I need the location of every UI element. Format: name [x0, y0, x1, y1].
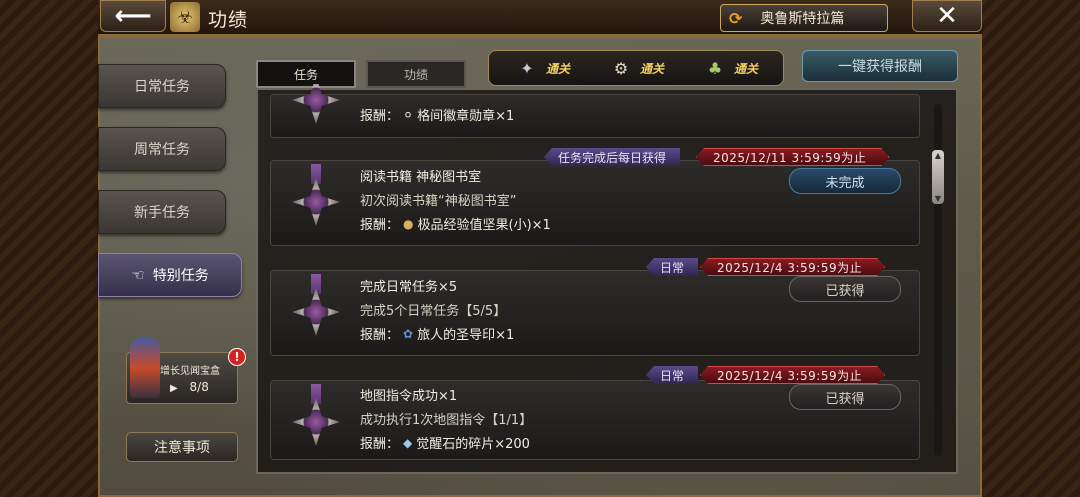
crystal-item-icon: ◆ — [403, 435, 413, 450]
task-status-button[interactable]: 已获得 — [789, 384, 901, 410]
task-title: 阅读书籍 神秘图书室 — [360, 170, 482, 185]
task-reward: 报酬： ✿ 旅人的圣导印×1 — [360, 324, 515, 344]
gear-medal-icon: ⚙ — [613, 58, 629, 78]
reward-slot[interactable]: ⚙ 通关 — [608, 55, 664, 81]
nut-item-icon: ● — [403, 216, 414, 231]
reward-text: 格间徽章勋章×1 — [417, 109, 515, 124]
growth-count-value: 8/8 — [189, 380, 209, 394]
reward-slot-label: 通关 — [545, 61, 570, 76]
reward-slot-label: 通关 — [639, 61, 664, 76]
task-status-button[interactable]: 未完成 — [789, 168, 901, 194]
reward-text: 极品经验值坚果(小)×1 — [417, 218, 551, 233]
left-frame — [0, 0, 100, 497]
scrollbar-thumb[interactable]: ▲ ▼ — [932, 150, 944, 204]
medal-icon — [292, 84, 340, 134]
task-reward: 报酬： ⚪ 格间徽章勋章×1 — [360, 105, 515, 125]
reward-text: 旅人的圣导印×1 — [417, 328, 515, 343]
reward-prefix: 报酬： — [360, 437, 400, 452]
sidebar-item-weekly[interactable]: 周常任务 — [98, 127, 226, 171]
task-reward: 报酬： ◆ 觉醒石的碎片×200 — [360, 433, 530, 453]
story-select-button[interactable]: ⟳ 奥鲁斯特拉篇 — [720, 4, 888, 32]
daily-tag: 日常 — [646, 258, 699, 276]
story-label: 奥鲁斯特拉篇 — [760, 11, 845, 27]
task-description: 成功执行1次地图指令【1/1】 — [360, 413, 533, 428]
reward-prefix: 报酬： — [360, 218, 400, 233]
notes-button[interactable]: 注意事项 — [126, 432, 238, 462]
reward-slot[interactable]: ✦ 通关 — [514, 55, 570, 81]
task-status-button[interactable]: 已获得 — [789, 276, 901, 302]
character-avatar — [130, 338, 160, 398]
deadline-tag: 2025/12/11 3:59:59为止 — [696, 148, 889, 166]
right-frame — [980, 0, 1080, 497]
reward-prefix: 报酬： — [360, 328, 400, 343]
task-title: 完成日常任务×5 — [360, 280, 458, 295]
daily-tag: 日常 — [646, 366, 699, 384]
reward-prefix: 报酬： — [360, 109, 400, 124]
task-reward: 报酬： ● 极品经验值坚果(小)×1 — [360, 214, 551, 234]
growth-box-count: ▶ 8/8 — [170, 380, 209, 394]
sidebar-item-label: 特别任务 — [152, 268, 209, 284]
back-arrow-icon: ⟵ — [114, 1, 152, 31]
daily-reward-tag: 任务完成后每日获得 — [544, 148, 681, 166]
growth-box-label: 增长见闻宝盒 — [160, 366, 220, 377]
close-button[interactable]: ✕ — [912, 0, 982, 32]
medal-icon — [292, 384, 340, 456]
task-description: 初次阅读书籍“神秘图书室” — [360, 194, 517, 209]
sidebar-item-label: 周常任务 — [134, 142, 190, 158]
tab-achievements[interactable]: 功绩 — [366, 60, 466, 88]
medal-icon — [292, 164, 340, 236]
clear-reward-strip: ✦ 通关 ⚙ 通关 ♣ 通关 — [488, 50, 784, 86]
silver-star-icon: ✦ — [520, 58, 534, 78]
scroll-up-icon: ▲ — [934, 151, 942, 160]
alert-badge: ! — [228, 348, 246, 366]
seal-item-icon: ✿ — [403, 326, 414, 341]
sidebar-item-label: 日常任务 — [134, 79, 190, 95]
task-description: 完成5个日常任务【5/5】 — [360, 304, 507, 319]
badge-item-icon: ⚪ — [403, 107, 414, 122]
pointing-hand-icon: ☜ — [131, 266, 145, 284]
close-icon: ✕ — [936, 1, 958, 31]
page-title: 功绩 — [208, 9, 249, 31]
claim-all-button[interactable]: 一键获得报酬 — [802, 50, 958, 82]
reward-slot-label: 通关 — [733, 61, 758, 76]
sidebar-item-daily[interactable]: 日常任务 — [98, 64, 226, 108]
sidebar-item-label: 新手任务 — [134, 205, 190, 221]
clover-icon: ♣ — [707, 58, 723, 78]
deadline-tag: 2025/12/4 3:59:59为止 — [700, 366, 885, 384]
reward-text: 觉醒石的碎片×200 — [416, 437, 530, 452]
sync-icon: ⟳ — [729, 8, 743, 28]
back-button[interactable]: ⟵ — [100, 0, 166, 32]
task-title: 地图指令成功×1 — [360, 389, 458, 404]
medal-icon — [292, 274, 340, 346]
sidebar-item-special[interactable]: ☜ 特别任务 — [98, 253, 242, 297]
scroll-down-icon: ▼ — [934, 194, 942, 203]
sidebar-item-beginner[interactable]: 新手任务 — [98, 190, 226, 234]
reward-slot[interactable]: ♣ 通关 — [702, 55, 758, 81]
achievement-book-icon: ☣ — [170, 2, 200, 32]
deadline-tag: 2025/12/4 3:59:59为止 — [700, 258, 885, 276]
video-icon: ▶ — [170, 383, 178, 394]
